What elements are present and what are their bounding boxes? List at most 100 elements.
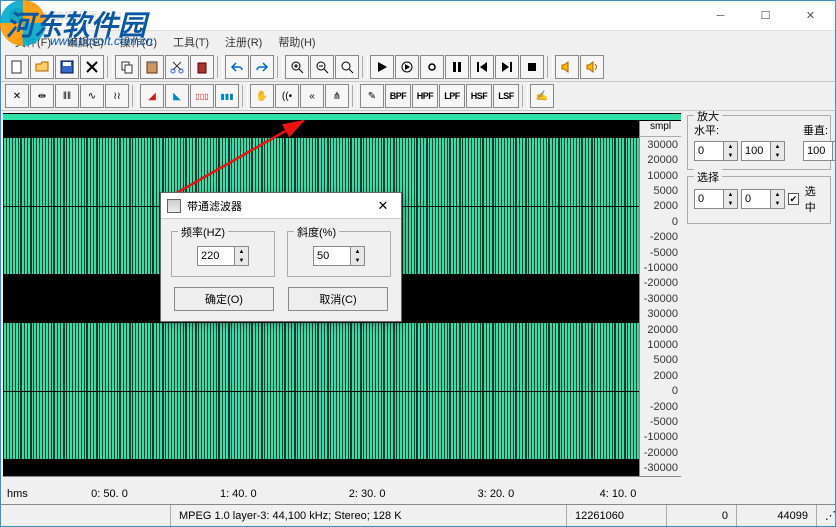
select-checkbox[interactable]: ✔ <box>788 193 799 205</box>
zoom-out-icon[interactable] <box>310 55 334 79</box>
save-icon[interactable] <box>55 55 79 79</box>
fx-fadein-icon[interactable]: ◢ <box>140 84 164 108</box>
fx-wave2-icon[interactable]: ≀≀ <box>105 84 129 108</box>
pause-icon[interactable] <box>445 55 469 79</box>
side-panel: 放大 水平: ▲▼ ▲▼ 垂直: ▲▼ 选择 ▲▼ ▲▼ ✔ 选中 <box>683 111 835 504</box>
slope-label: 斜度(%) <box>294 224 339 240</box>
statusbar: MPEG 1.0 layer-3: 44,100 kHz; Stereo; 12… <box>1 504 835 526</box>
scale-tick: 2000 <box>654 200 678 212</box>
main-window: 音频编辑大师 [3.3] ─ ☐ ✕ 文件(F) 编辑(E) 操作(C) 工具(… <box>0 0 836 527</box>
scale-header: smpl <box>640 121 681 137</box>
fx-eq-icon[interactable]: ▯▯▯ <box>190 84 214 108</box>
fx-echo-icon[interactable]: « <box>300 84 324 108</box>
time-tick: 1: 40. 0 <box>220 488 257 500</box>
fx-envelope-icon[interactable]: ✍ <box>530 84 554 108</box>
undo-icon[interactable] <box>225 55 249 79</box>
amplitude-scale: smpl 300002000010000500020000-2000-5000-… <box>639 121 681 476</box>
select-start-spinner[interactable]: ▲▼ <box>694 189 738 209</box>
select-group-title: 选择 <box>694 169 722 185</box>
status-grip[interactable]: ⋰ <box>817 505 835 526</box>
maximize-button[interactable]: ☐ <box>743 2 788 30</box>
fx-spectrum-icon[interactable]: ▮▮▮ <box>215 84 239 108</box>
time-unit: hms <box>7 488 28 500</box>
skip-fwd-icon[interactable] <box>495 55 519 79</box>
menu-edit[interactable]: 编辑(E) <box>59 32 112 52</box>
lsf-button[interactable]: LSF <box>493 84 519 108</box>
skip-back-icon[interactable] <box>470 55 494 79</box>
menu-register[interactable]: 注册(R) <box>217 32 270 52</box>
dialog-title: 带通滤波器 <box>187 198 242 214</box>
frequency-label: 频率(HZ) <box>178 224 228 240</box>
time-axis[interactable]: hms 0: 50. 0 1: 40. 0 2: 30. 0 3: 20. 0 … <box>3 476 681 502</box>
scale-tick: -30000 <box>644 462 678 474</box>
select-checkbox-label: 选中 <box>805 183 824 215</box>
time-tick: 0: 50. 0 <box>91 488 128 500</box>
zoom-h-label: 水平: <box>694 122 785 138</box>
dialog-titlebar[interactable]: 带通滤波器 ✕ <box>161 193 401 219</box>
hsf-button[interactable]: HSF <box>466 84 492 108</box>
fx-hand-icon[interactable]: ✋ <box>250 84 274 108</box>
loop-icon[interactable] <box>420 55 444 79</box>
scale-tick: 20000 <box>647 154 678 166</box>
fx-compress-icon[interactable]: ⇹ <box>30 84 54 108</box>
zoom-in-icon[interactable] <box>285 55 309 79</box>
redo-icon[interactable] <box>250 55 274 79</box>
scale-tick: 5000 <box>654 354 678 366</box>
scale-tick: -10000 <box>644 262 678 274</box>
play-loop-icon[interactable] <box>395 55 419 79</box>
menu-effect[interactable]: 操作(C) <box>112 32 165 52</box>
new-icon[interactable] <box>5 55 29 79</box>
dialog-close-button[interactable]: ✕ <box>371 198 395 214</box>
toolbar-effects: ✕ ⇹ ‖‖ ∿ ≀≀ ◢ ◣ ▯▯▯ ▮▮▮ ✋ ((• « ⋔ ✎ BPF … <box>1 82 835 111</box>
menu-help[interactable]: 帮助(H) <box>270 32 323 52</box>
stop-icon[interactable] <box>520 55 544 79</box>
zoom-fit-icon[interactable] <box>335 55 359 79</box>
fx-filter-icon[interactable]: ⋔ <box>325 84 349 108</box>
cancel-button[interactable]: 取消(C) <box>288 287 388 311</box>
play-icon[interactable] <box>370 55 394 79</box>
scale-tick: 20000 <box>647 324 678 336</box>
slope-spinner[interactable]: ▲▼ <box>313 246 365 266</box>
lpf-button[interactable]: LPF <box>439 84 465 108</box>
fx-expand-icon[interactable]: ✕ <box>5 84 29 108</box>
status-empty <box>1 505 171 526</box>
scale-tick: 30000 <box>647 308 678 320</box>
separator <box>547 56 553 78</box>
scale-tick: 10000 <box>647 170 678 182</box>
overview-strip[interactable] <box>3 113 681 121</box>
zoom-v-spinner[interactable]: ▲▼ <box>803 141 835 161</box>
speaker-left-icon[interactable] <box>555 55 579 79</box>
fx-wave1-icon[interactable]: ∿ <box>80 84 104 108</box>
app-icon <box>9 8 25 24</box>
open-icon[interactable] <box>30 55 54 79</box>
speaker-right-icon[interactable] <box>580 55 604 79</box>
menu-tools[interactable]: 工具(T) <box>165 32 217 52</box>
hpf-button[interactable]: HPF <box>412 84 438 108</box>
fx-fadeout-icon[interactable]: ◣ <box>165 84 189 108</box>
bpf-button[interactable]: BPF <box>385 84 411 108</box>
bandpass-filter-dialog: 带通滤波器 ✕ 频率(HZ) ▲▼ 斜度(%) ▲▼ 确定(O) 取消(C) <box>160 192 402 322</box>
fx-edit-icon[interactable]: ✎ <box>360 84 384 108</box>
time-tick: 2: 30. 0 <box>349 488 386 500</box>
fx-normalize-icon[interactable]: ‖‖ <box>55 84 79 108</box>
fx-broadcast-icon[interactable]: ((• <box>275 84 299 108</box>
zoom-h-start-spinner[interactable]: ▲▼ <box>694 141 738 161</box>
time-tick: 4: 10. 0 <box>600 488 637 500</box>
close-button[interactable]: ✕ <box>788 2 833 30</box>
titlebar: 音频编辑大师 [3.3] ─ ☐ ✕ <box>1 1 835 31</box>
slope-group: 斜度(%) ▲▼ <box>287 231 391 277</box>
select-end-spinner[interactable]: ▲▼ <box>741 189 785 209</box>
close-file-icon[interactable] <box>80 55 104 79</box>
zoom-h-end-spinner[interactable]: ▲▼ <box>741 141 785 161</box>
window-title: 音频编辑大师 [3.3] <box>31 8 698 24</box>
menu-file[interactable]: 文件(F) <box>7 32 59 52</box>
frequency-spinner[interactable]: ▲▼ <box>197 246 249 266</box>
delete-icon[interactable] <box>190 55 214 79</box>
ok-button[interactable]: 确定(O) <box>174 287 274 311</box>
cut-icon[interactable] <box>165 55 189 79</box>
zoom-group: 放大 水平: ▲▼ ▲▼ 垂直: ▲▼ <box>687 115 831 170</box>
select-group: 选择 ▲▼ ▲▼ ✔ 选中 <box>687 176 831 224</box>
paste-icon[interactable] <box>140 55 164 79</box>
copy-icon[interactable] <box>115 55 139 79</box>
minimize-button[interactable]: ─ <box>698 2 743 30</box>
